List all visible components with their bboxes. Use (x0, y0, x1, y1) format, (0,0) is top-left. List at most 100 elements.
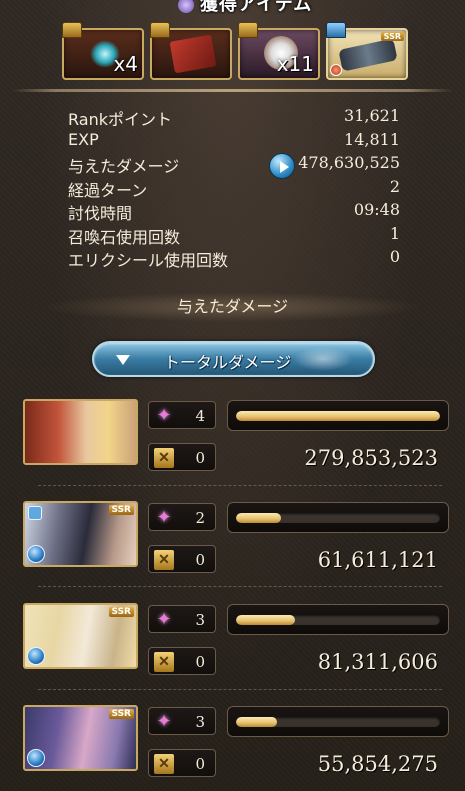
damage-bar (227, 400, 449, 431)
rarity-badge: SSR (108, 607, 134, 617)
damage-bar-fill (236, 513, 281, 523)
play-icon[interactable] (269, 153, 295, 179)
damage-value: 81,311,606 (317, 650, 438, 674)
stat-value: 478,630,525 (298, 153, 400, 172)
stat-value: 1 (389, 223, 400, 243)
row-divider (38, 586, 442, 587)
stat-value: 0 (389, 247, 400, 266)
skill-count-pill: ✕ 0 (148, 647, 216, 675)
ring-icon (28, 506, 42, 520)
header: 獲得アイテム (0, 0, 465, 14)
page-title-text: 獲得アイテム (200, 0, 313, 14)
sparkle-icon: ✦ (156, 609, 172, 630)
skill-count-pill: ✕ 0 (148, 443, 216, 471)
chest-icon (326, 22, 346, 38)
damage-value: 279,853,523 (304, 446, 438, 470)
damage-type-dropdown[interactable]: トータルダメージ (92, 341, 375, 377)
damage-bar-track (236, 513, 440, 523)
ca-count: 2 (195, 509, 205, 527)
stat-value: 14,811 (344, 129, 400, 149)
chest-icon (238, 22, 258, 38)
drop-item-2[interactable] (150, 22, 232, 80)
stat-label: Rankポイント (68, 110, 172, 129)
crossed-swords-icon: ✕ (154, 754, 174, 774)
party-member-row: SSR ✦ 3 ✕ 0 55,854,275 (22, 705, 450, 781)
stat-label: EXP (68, 129, 99, 149)
party-member-row: SSR ✦ 3 ✕ 0 81,311,606 (22, 603, 450, 679)
damage-bar (227, 706, 449, 737)
ca-count-pill: ✦ 3 (148, 707, 216, 735)
rarity-badge: SSR (380, 32, 404, 41)
sparkle-icon: ✦ (156, 405, 172, 426)
drop-quantity: x11 (276, 52, 314, 76)
ca-count-pill: ✦ 2 (148, 503, 216, 531)
eyepatch-character-portrait[interactable]: SSR (23, 603, 138, 669)
stat-label: 与えたダメージ (68, 157, 180, 176)
drop-item-3[interactable]: x11 (238, 22, 320, 80)
stat-label: エリクシール使用回数 (68, 251, 229, 270)
divider (12, 89, 453, 92)
damage-bar-track (236, 717, 440, 727)
dropdown-label: トータルダメージ (164, 353, 292, 372)
damage-value: 55,854,275 (317, 752, 438, 776)
row-divider (38, 689, 442, 690)
skill-count: 0 (195, 551, 205, 569)
drop-items: x4 x11 SSR (62, 22, 408, 80)
ca-count-pill: ✦ 4 (148, 401, 216, 429)
dark-haired-character-portrait[interactable]: SSR (23, 501, 138, 567)
stat-value: 2 (389, 176, 400, 196)
skill-count: 0 (195, 653, 205, 671)
skill-count-pill: ✕ 0 (148, 545, 216, 573)
stat-label: 経過ターン (68, 180, 148, 200)
ca-count: 4 (195, 407, 205, 425)
sparkle-icon: ✦ (156, 507, 172, 528)
stat-elixir-uses: エリクシール使用回数 0 (68, 247, 400, 271)
red-scroll-icon (169, 34, 217, 74)
ca-count: 3 (195, 611, 205, 629)
crossed-swords-icon: ✕ (154, 448, 174, 468)
party-member-row: SSR ✦ 2 ✕ 0 61,611,121 (22, 501, 450, 577)
stat-damage-dealt: 与えたダメージ 478,630,525 (68, 153, 400, 179)
damage-bar-track (236, 615, 440, 625)
drop-quantity: x4 (113, 52, 138, 76)
sparkle-icon: ✦ (156, 711, 172, 732)
crossed-swords-icon: ✕ (154, 652, 174, 672)
damage-section-title: 与えたダメージ (40, 292, 425, 322)
skill-count: 0 (195, 755, 205, 773)
damage-bar (227, 604, 449, 635)
damage-bar-fill (236, 717, 277, 727)
dropdown-decoration (293, 347, 353, 371)
stat-label: 討伐時間 (68, 204, 133, 223)
drop-item-4[interactable]: SSR (326, 22, 408, 80)
chevron-down-icon (116, 355, 130, 365)
row-divider (38, 485, 442, 486)
stat-value: 09:48 (353, 200, 400, 219)
party-member-row: ✦ 4 ✕ 0 279,853,523 (22, 399, 450, 475)
damage-bar-fill (236, 615, 296, 625)
main-character-portrait[interactable] (23, 399, 138, 465)
header-ornament-icon (178, 0, 194, 13)
water-element-icon (27, 545, 45, 563)
water-element-icon (27, 749, 45, 767)
crossed-swords-icon: ✕ (154, 550, 174, 570)
ca-count-pill: ✦ 3 (148, 605, 216, 633)
rarity-badge: SSR (108, 505, 134, 515)
page-title: 獲得アイテム (178, 0, 312, 14)
rarity-badge: SSR (108, 709, 134, 719)
fire-element-icon (330, 64, 342, 76)
stat-summon-uses: 召喚石使用回数 1 (68, 224, 400, 248)
damage-bar-track (236, 411, 440, 421)
damage-value: 61,611,121 (317, 548, 438, 572)
water-element-icon (27, 647, 45, 665)
drop-item-1[interactable]: x4 (62, 22, 144, 80)
skill-count-pill: ✕ 0 (148, 749, 216, 777)
stat-turns: 経過ターン 2 (68, 177, 400, 201)
pink-haired-character-portrait[interactable]: SSR (23, 705, 138, 771)
battle-stats: Rankポイント 31,621 EXP 14,811 与えたダメージ 478,6… (68, 106, 400, 271)
stat-time: 討伐時間 09:48 (68, 200, 400, 224)
chest-icon (150, 22, 170, 38)
ssr-weapon-icon (338, 38, 398, 72)
damage-bar-fill (236, 411, 440, 421)
stat-value: 31,621 (344, 106, 400, 125)
stat-exp: EXP 14,811 (68, 130, 400, 154)
